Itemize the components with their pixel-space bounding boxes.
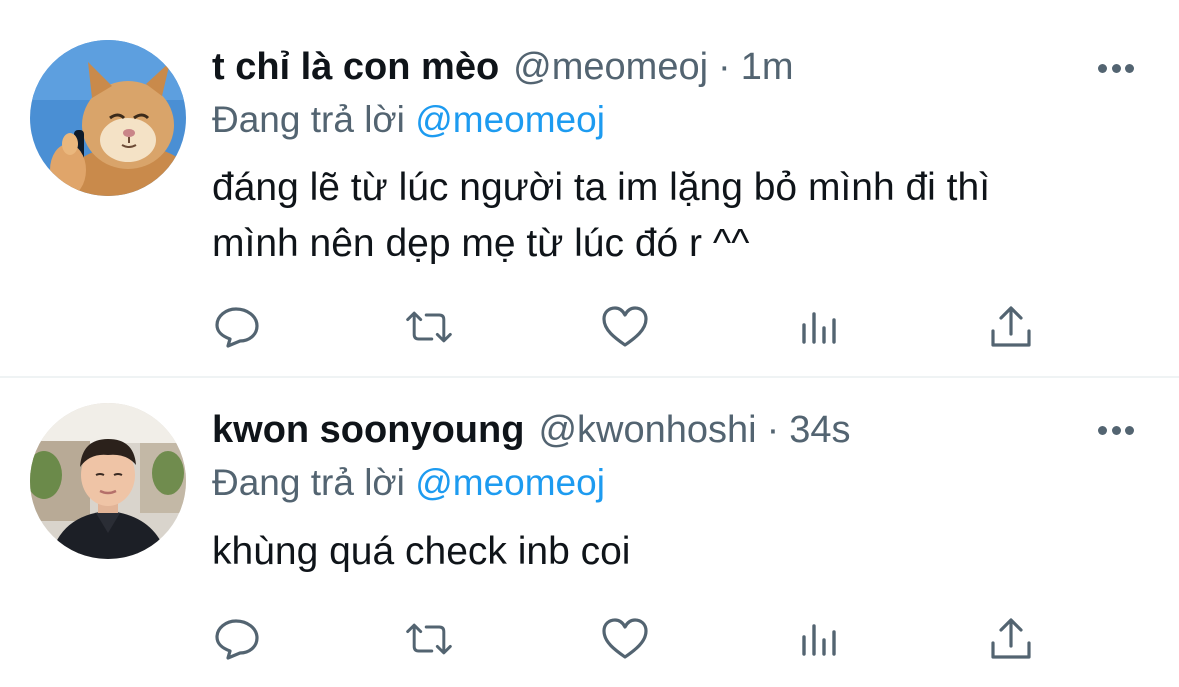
tweet-feed: t chỉ là con mèo @meomeoj · 1m Đang trả … <box>0 0 1179 687</box>
heart-icon <box>602 618 648 659</box>
share-icon <box>991 306 1031 347</box>
user-handle[interactable]: @kwonhoshi <box>538 405 756 455</box>
like-button[interactable] <box>600 302 650 352</box>
tweet-text-line: mình nên dẹp mẹ từ lúc đó r ^^ <box>212 222 750 265</box>
reply-context: Đang trả lời @meomeoj <box>212 97 605 143</box>
share-icon <box>991 618 1031 659</box>
display-name[interactable]: kwon soonyoung <box>212 405 524 455</box>
reply-icon <box>215 619 259 660</box>
views-button[interactable] <box>794 302 844 352</box>
reply-icon <box>215 307 259 348</box>
heart-icon <box>602 306 648 347</box>
action-bar <box>0 302 1179 352</box>
reply-button[interactable] <box>212 614 262 664</box>
retweet-button[interactable] <box>404 302 454 352</box>
more-icon[interactable] <box>1098 62 1134 74</box>
tweet[interactable]: t chỉ là con mèo @meomeoj · 1m Đang trả … <box>0 0 1179 376</box>
retweet-icon <box>406 311 452 343</box>
retweet-icon <box>406 623 452 655</box>
user-handle[interactable]: @meomeoj <box>513 42 708 92</box>
display-name[interactable]: t chỉ là con mèo <box>212 42 499 92</box>
separator: · <box>766 409 780 451</box>
avatar[interactable] <box>30 403 186 559</box>
person-avatar <box>30 403 186 559</box>
reply-prefix: Đang trả lời <box>212 462 405 503</box>
avatar[interactable] <box>30 40 186 196</box>
share-button[interactable] <box>986 302 1036 352</box>
tweet-text: đáng lẽ từ lúc người ta im lặng bỏ mình … <box>212 160 1132 272</box>
reply-mention[interactable]: @meomeoj <box>415 99 605 140</box>
timestamp[interactable]: 34s <box>789 405 850 455</box>
tweet-text: khùng quá check inb coi <box>212 524 1132 580</box>
like-button[interactable] <box>600 614 650 664</box>
tweet-header: t chỉ là con mèo @meomeoj · 1m <box>212 42 794 92</box>
cat-avatar <box>30 40 186 196</box>
reply-prefix: Đang trả lời <box>212 99 405 140</box>
retweet-button[interactable] <box>404 614 454 664</box>
views-button[interactable] <box>794 614 844 664</box>
more-icon[interactable] <box>1098 424 1134 436</box>
share-button[interactable] <box>986 614 1036 664</box>
tweet[interactable]: kwon soonyoung @kwonhoshi · 34s Đang trả… <box>0 378 1179 687</box>
tweet-text-line: đáng lẽ từ lúc người ta im lặng bỏ mình … <box>212 166 991 209</box>
action-bar <box>0 614 1179 664</box>
tweet-header: kwon soonyoung @kwonhoshi · 34s <box>212 405 851 455</box>
stats-icon <box>802 312 836 344</box>
separator: · <box>718 46 731 88</box>
stats-icon <box>802 624 836 656</box>
tweet-text-line: khùng quá check inb coi <box>212 530 631 573</box>
reply-context: Đang trả lời @meomeoj <box>212 460 605 506</box>
reply-mention[interactable]: @meomeoj <box>415 462 605 503</box>
reply-button[interactable] <box>212 302 262 352</box>
timestamp[interactable]: 1m <box>741 42 794 92</box>
